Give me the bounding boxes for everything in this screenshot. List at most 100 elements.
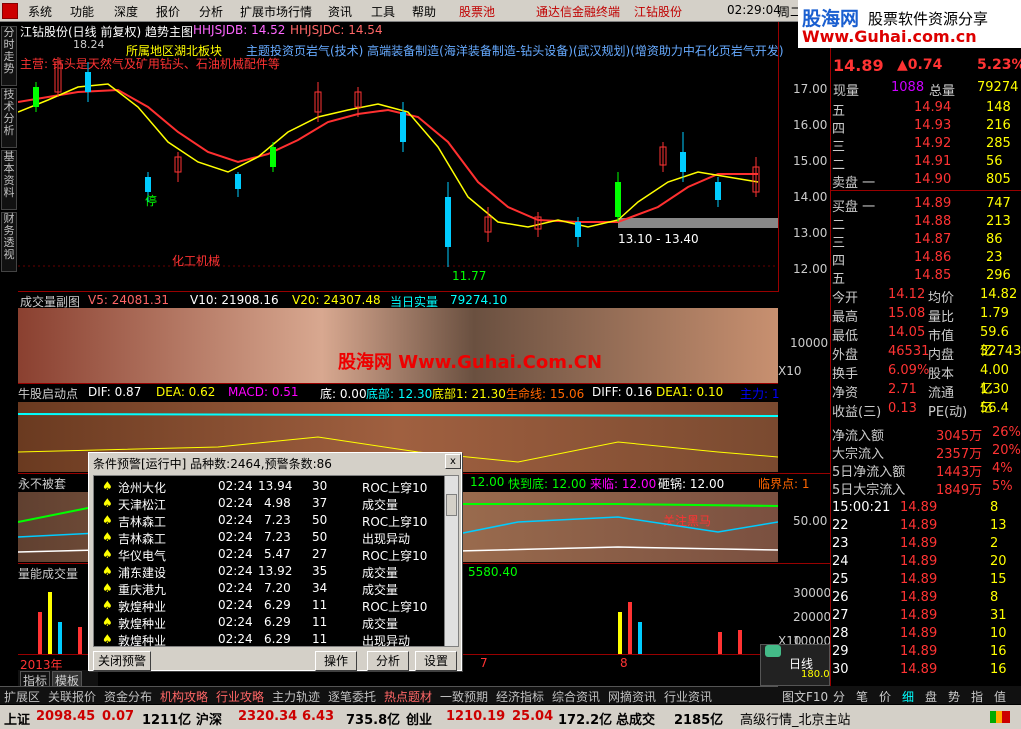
- tab-financial[interactable]: 财务透视: [1, 212, 17, 272]
- period-v1: 180.0: [801, 669, 830, 680]
- tab-detail[interactable]: 细: [902, 688, 914, 705]
- menu-tools[interactable]: 工具: [371, 3, 395, 20]
- alert-icon: ♠: [102, 513, 113, 527]
- bid-row: 二 14.88 213: [832, 214, 1011, 233]
- ask-row: 二 14.91 56: [832, 154, 1003, 173]
- stat-row: 净资 2.71 流通 1.30亿: [832, 382, 1009, 416]
- list-item[interactable]: ♠ 浦东建设 02:24 13.92 35 成交量: [100, 564, 446, 581]
- dialog-title: 条件预警[运行中] 品种数:2464,预警条数:86: [93, 457, 332, 471]
- tab-tick[interactable]: 笔: [856, 688, 868, 705]
- osc-value: 12.00: [470, 475, 505, 489]
- list-item[interactable]: ♠ 敦煌种业 02:24 6.29 11 出现异动: [100, 632, 446, 649]
- osc-y-label: 50.00: [793, 514, 828, 528]
- close-alert-button[interactable]: 关闭预警: [93, 651, 151, 671]
- bid-row: 五 14.85 296: [832, 268, 1011, 287]
- dibu1-value: 底部1: 21.30: [432, 387, 506, 401]
- ask-row: 四 14.93 216: [832, 118, 1011, 137]
- tick-row: 25 14.89 15: [832, 572, 1007, 587]
- list-item[interactable]: ♠ 华仪电气 02:24 5.47 27 ROC上穿10: [100, 547, 446, 564]
- list-item[interactable]: ♠ 敦煌种业 02:24 6.29 11 成交量: [100, 615, 446, 632]
- settings-button[interactable]: 设置: [415, 651, 457, 671]
- tick-row: 28 14.89 10: [832, 626, 1007, 641]
- tick-list: 15:00:21 14.89 8 22 14.89 13 23 14.89 2 24 14.89 20…: [830, 500, 1021, 682]
- menu-extended-market[interactable]: 扩展市场行情: [240, 3, 312, 20]
- y-label: 16.00: [793, 118, 828, 132]
- server-label: 高级行情_北京主站: [740, 713, 851, 728]
- stats-block: 今开 14.12 均价 14.82 最高 15.08 量比 1.79 最低 14.05 市值 59.6…: [830, 287, 1021, 422]
- list-item[interactable]: ♠ 敦煌种业 02:24 6.29 11 ROC上穿10: [100, 598, 446, 615]
- tab-price[interactable]: 价: [879, 688, 891, 705]
- alert-icon: ♠: [102, 530, 113, 544]
- side-tabs: 分时走势 技术分析 基本资料 财务透视: [0, 22, 18, 662]
- tab-industry[interactable]: 行业攻略: [216, 688, 264, 705]
- vol2-title: 量能成交量: [18, 567, 79, 581]
- tab-intraday[interactable]: 分时走势: [1, 26, 17, 86]
- cur-vol-label: 现量: [833, 84, 860, 99]
- flow-block: 净流入额 3045万 26% 大宗流入 2357万 20% 5日净流入额 1443万 4% 5日大…: [830, 425, 1021, 500]
- clock: 02:29:04: [727, 3, 781, 17]
- analyze-button[interactable]: 分析: [367, 651, 409, 671]
- tab-index[interactable]: 指: [971, 688, 983, 705]
- operate-button[interactable]: 操作: [315, 651, 357, 671]
- tick-row: 30 14.89 16: [832, 662, 1007, 677]
- tab-f10[interactable]: 图文F10: [782, 688, 828, 705]
- smash-value: 砸锅: 12.00: [658, 477, 725, 491]
- period-box[interactable]: 日线 180.0: [760, 644, 830, 686]
- month-7-label: 7: [480, 656, 488, 670]
- list-item[interactable]: ♠ 吉林森工 02:24 7.23 50 ROC上穿10: [100, 513, 446, 530]
- tab-web[interactable]: 网摘资讯: [608, 688, 656, 705]
- list-scrollbar[interactable]: [444, 475, 459, 647]
- tab-econ[interactable]: 经济指标: [496, 688, 544, 705]
- list-item[interactable]: ♠ 吉林森工 02:24 7.23 50 出现异动: [100, 530, 446, 547]
- tab-book[interactable]: 盘: [925, 688, 937, 705]
- y-label: 12.00: [793, 262, 828, 276]
- dea-value: DEA: 0.62: [156, 385, 216, 399]
- right-tabs: 图文F10 分 笔 价 细 盘 势 指 值: [778, 686, 1021, 704]
- app-logo-icon: [2, 3, 18, 19]
- last-price: 14.89: [833, 56, 884, 75]
- tab-order[interactable]: 逐笔委托: [328, 688, 376, 705]
- volume-panel[interactable]: 成交量副图 V5: 24081.31 V10: 21908.16 V20: 24…: [18, 292, 802, 384]
- tab-min[interactable]: 分: [833, 688, 845, 705]
- menu-help[interactable]: 帮助: [412, 3, 436, 20]
- tab-inst[interactable]: 机构攻略: [160, 688, 208, 705]
- tab-ext-area[interactable]: 扩展区: [4, 688, 40, 705]
- alert-icon: ♠: [102, 496, 113, 510]
- dialog-close-icon[interactable]: x: [445, 454, 461, 469]
- menu-stock-pool[interactable]: 股票池: [459, 3, 495, 20]
- stat-row: 外盘 46531 内盘 32743: [832, 344, 1021, 363]
- price-change: ▲0.74: [897, 57, 943, 73]
- menu-news[interactable]: 资讯: [328, 3, 352, 20]
- tab-trend[interactable]: 势: [948, 688, 960, 705]
- list-item[interactable]: ♠ 沧州大化 02:24 13.94 30 ROC上穿10: [100, 479, 446, 496]
- tab-fund-dist[interactable]: 资金分布: [104, 688, 152, 705]
- tab-news[interactable]: 综合资讯: [552, 688, 600, 705]
- price-chart[interactable]: 江钻股份(日线 前复权) 趋势主图 HHJSJDB: 14.52 HHJSJDC…: [18, 22, 784, 292]
- bid-row: 三 14.87 86: [832, 232, 1003, 251]
- list-item[interactable]: ♠ 重庆港九 02:24 7.20 34 成交量: [100, 581, 446, 598]
- menu-depth[interactable]: 深度: [114, 3, 138, 20]
- menu-system[interactable]: 系统: [28, 3, 52, 20]
- tab-hot[interactable]: 热点题材: [384, 688, 432, 705]
- tab-fundamentals[interactable]: 基本资料: [1, 150, 17, 210]
- scroll-thumb[interactable]: [446, 494, 457, 516]
- y-label: 15.00: [793, 154, 828, 168]
- tab-ind-news[interactable]: 行业资讯: [664, 688, 712, 705]
- list-item[interactable]: ♠ 天津松江 02:24 4.98 37 成交量: [100, 496, 446, 513]
- tab-technical[interactable]: 技术分析: [1, 88, 17, 148]
- menu-quote[interactable]: 报价: [156, 3, 180, 20]
- di-value: 底: 0.00: [320, 387, 367, 401]
- price-axis: 17.00 16.00 15.00 14.00 13.00 12.00: [778, 22, 830, 292]
- sector-label: 化工机械: [172, 254, 221, 268]
- price-change-pct: 5.23%: [977, 57, 1021, 73]
- dibu-value: 底部: 12.30: [366, 387, 433, 401]
- menu-analysis[interactable]: 分析: [199, 3, 223, 20]
- tab-related[interactable]: 关联报价: [48, 688, 96, 705]
- tab-main-track[interactable]: 主力轨迹: [272, 688, 320, 705]
- menu-function[interactable]: 功能: [70, 3, 94, 20]
- condition-alert-dialog[interactable]: 条件预警[运行中] 品种数:2464,预警条数:86 x ♠ 沧州大化 02:24 1…: [88, 452, 462, 671]
- hs-label: 沪深: [196, 713, 223, 728]
- dea1-value: DEA1: 0.10: [656, 385, 724, 399]
- tab-consensus[interactable]: 一致预期: [440, 688, 488, 705]
- tab-value[interactable]: 值: [994, 688, 1006, 705]
